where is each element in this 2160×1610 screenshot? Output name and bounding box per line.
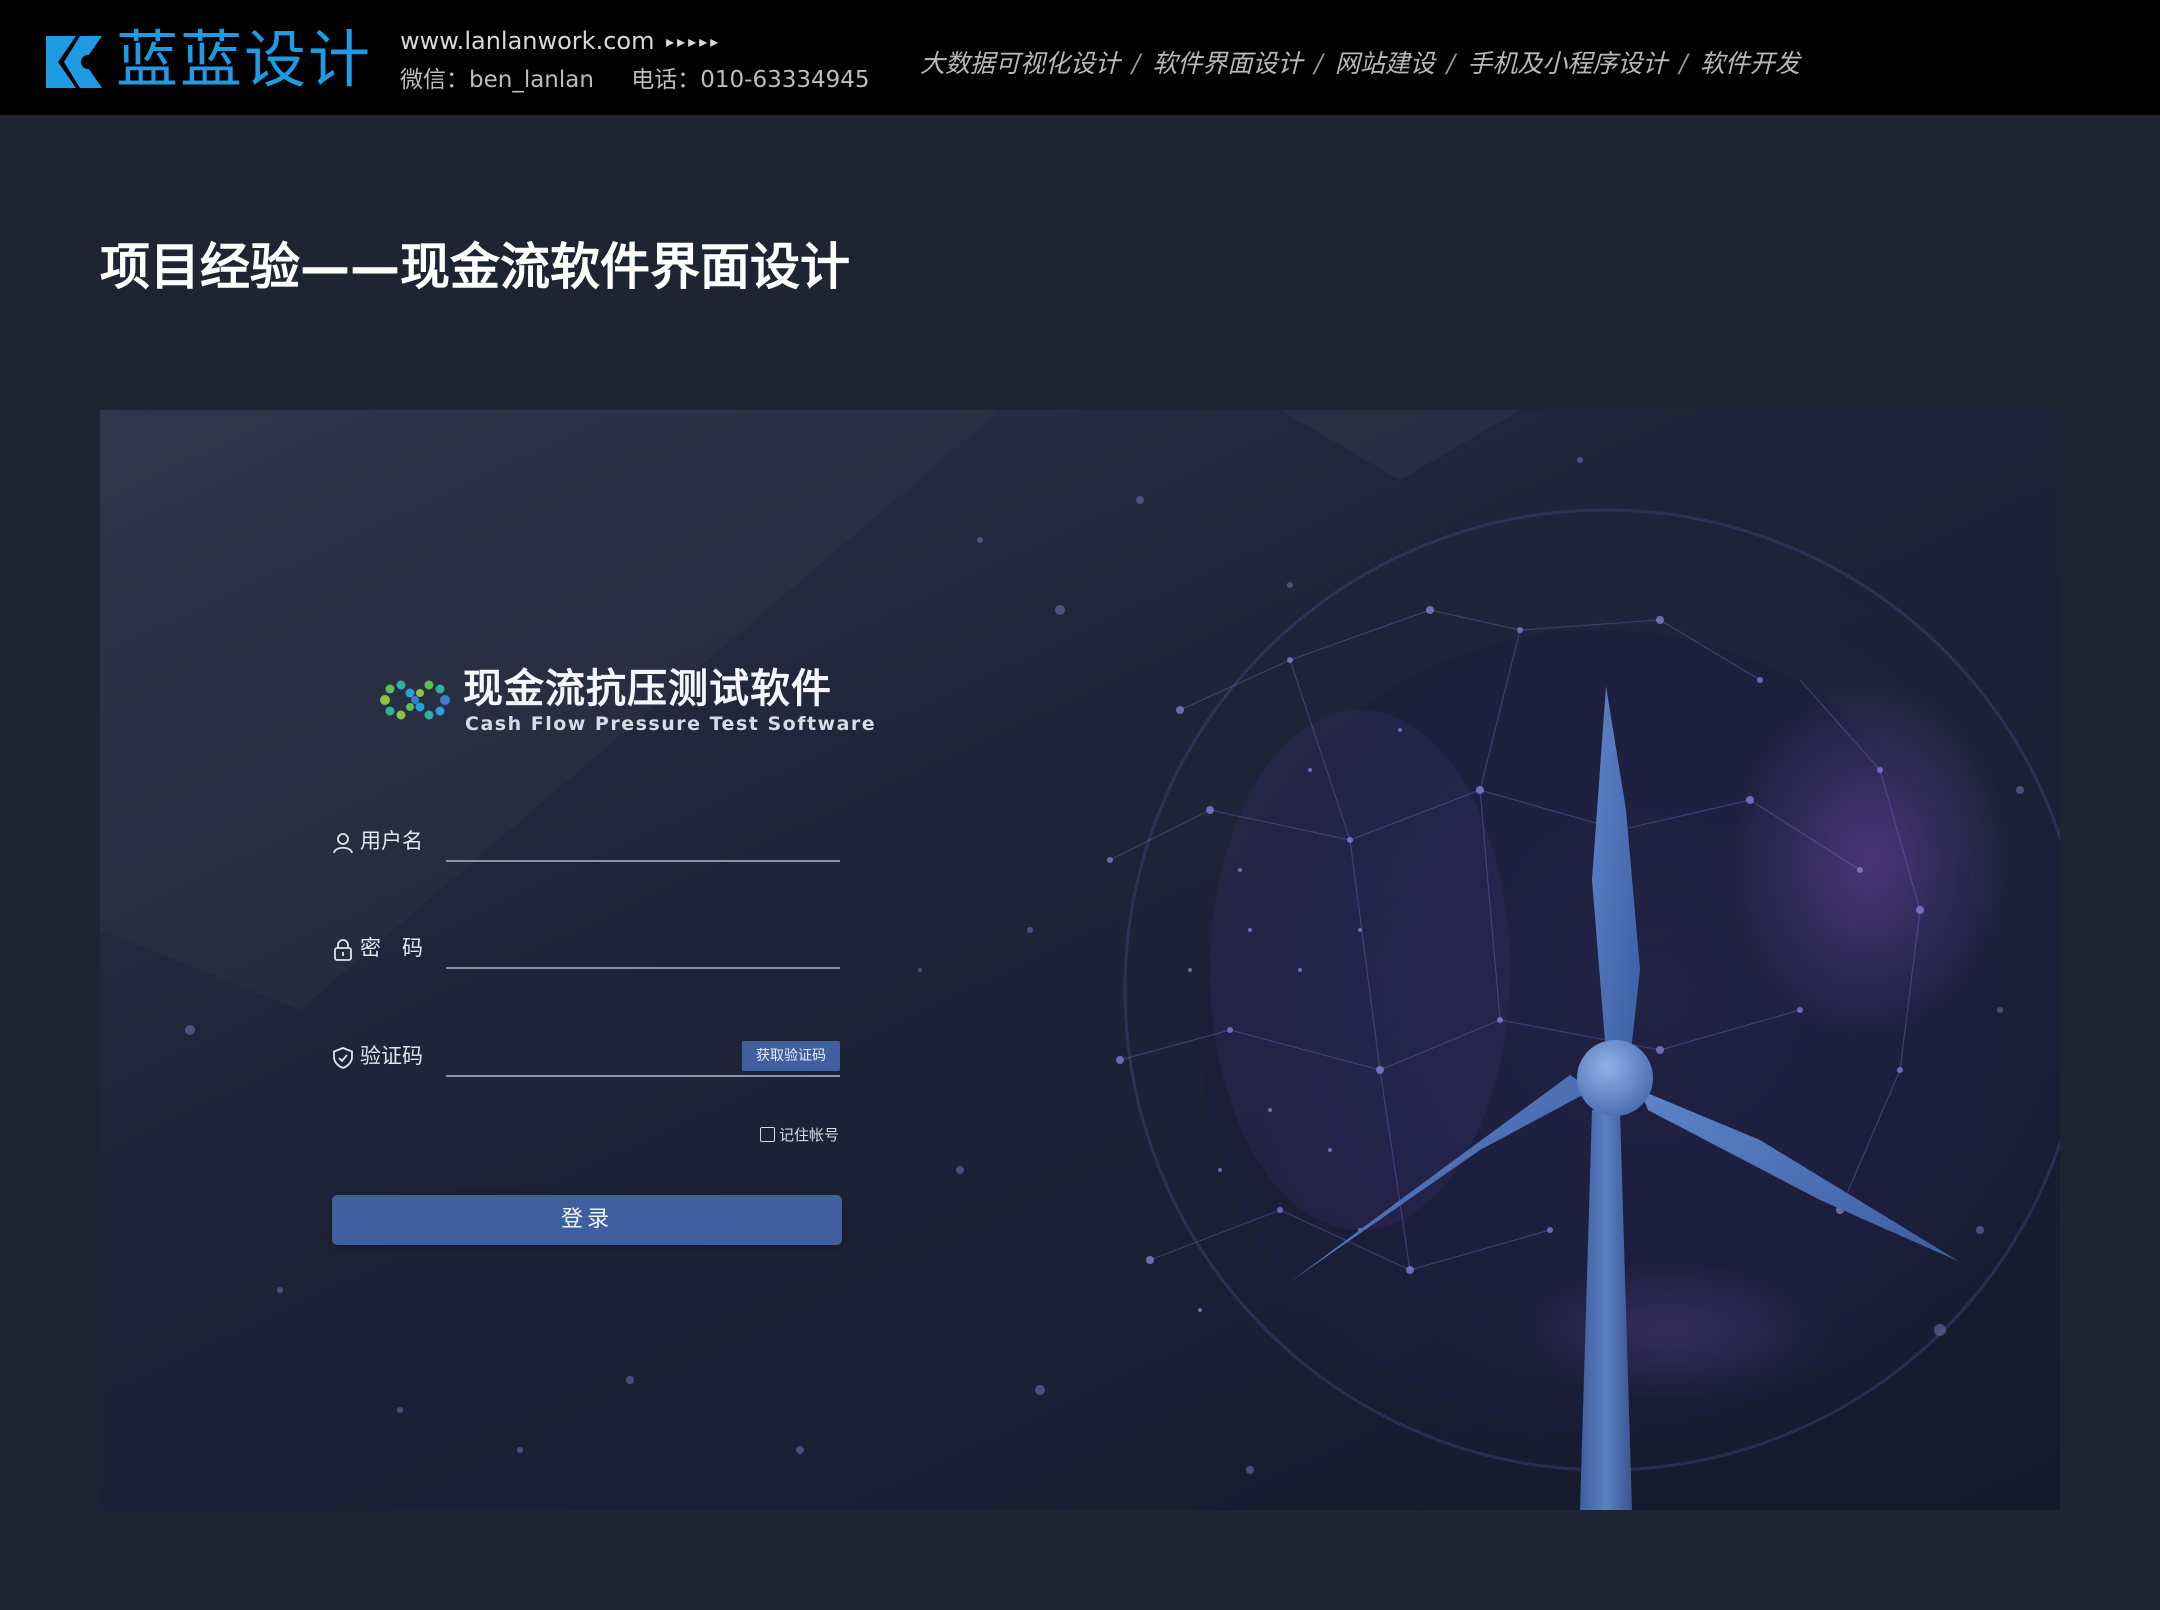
separator: / — [1314, 49, 1323, 78]
username-field: 用户名 — [332, 818, 842, 868]
brand-name[interactable]: 蓝蓝设计 — [116, 22, 372, 98]
site-header: 蓝蓝设计 www.lanlanwork.com ▸▸▸▸▸ 微信：ben_lan… — [0, 0, 2160, 115]
lock-icon — [334, 939, 352, 961]
product-name-english: Cash Flow Pressure Test Software — [465, 713, 877, 735]
remember-label: 记住帐号 — [779, 1126, 840, 1144]
username-label: 用户名 — [360, 829, 423, 853]
password-field: 密 码 — [332, 925, 842, 975]
brand-logo-icon[interactable] — [36, 28, 106, 96]
service-item[interactable]: 网站建设 — [1335, 49, 1435, 78]
product-name: 现金流抗压测试软件 — [463, 666, 832, 712]
login-button[interactable]: 登录 — [332, 1195, 842, 1245]
captcha-field: 验证码 获取验证码 — [332, 1033, 842, 1083]
phone-text: 电话：010-63334945 — [631, 67, 870, 93]
website-link[interactable]: www.lanlanwork.com — [400, 24, 654, 58]
user-icon — [333, 833, 353, 854]
wechat-text: 微信：ben_lanlan — [400, 67, 594, 93]
page-title: 项目经验——现金流软件界面设计 — [100, 238, 850, 296]
service-item[interactable]: 大数据可视化设计 — [920, 49, 1120, 78]
separator: / — [1132, 49, 1141, 78]
shield-check-icon — [333, 1047, 353, 1069]
get-captcha-button[interactable]: 获取验证码 — [742, 1041, 840, 1071]
arrow-decoration: ▸▸▸▸▸ — [666, 32, 722, 51]
service-item[interactable]: 手机及小程序设计 — [1467, 49, 1667, 78]
service-item[interactable]: 软件界面设计 — [1152, 49, 1302, 78]
password-input[interactable] — [446, 929, 840, 969]
username-input[interactable] — [446, 822, 840, 862]
login-screen-mockup: 现金流抗压测试软件 Cash Flow Pressure Test Softwa… — [100, 410, 2060, 1510]
password-label: 密 码 — [360, 936, 423, 960]
service-item[interactable]: 软件开发 — [1700, 49, 1800, 78]
remember-checkbox[interactable] — [760, 1127, 775, 1142]
captcha-label: 验证码 — [360, 1044, 423, 1068]
remember-account[interactable]: 记住帐号 — [760, 1124, 839, 1150]
separator: / — [1446, 49, 1456, 78]
product-logo-icon — [380, 680, 450, 720]
separator: / — [1679, 49, 1688, 78]
services-nav: 大数据可视化设计 / 软件界面设计 / 网站建设 / 手机及小程序设计 / 软件开发 — [920, 46, 1800, 82]
contact-info: 微信：ben_lanlan 电话：010-63334945 — [400, 64, 870, 96]
